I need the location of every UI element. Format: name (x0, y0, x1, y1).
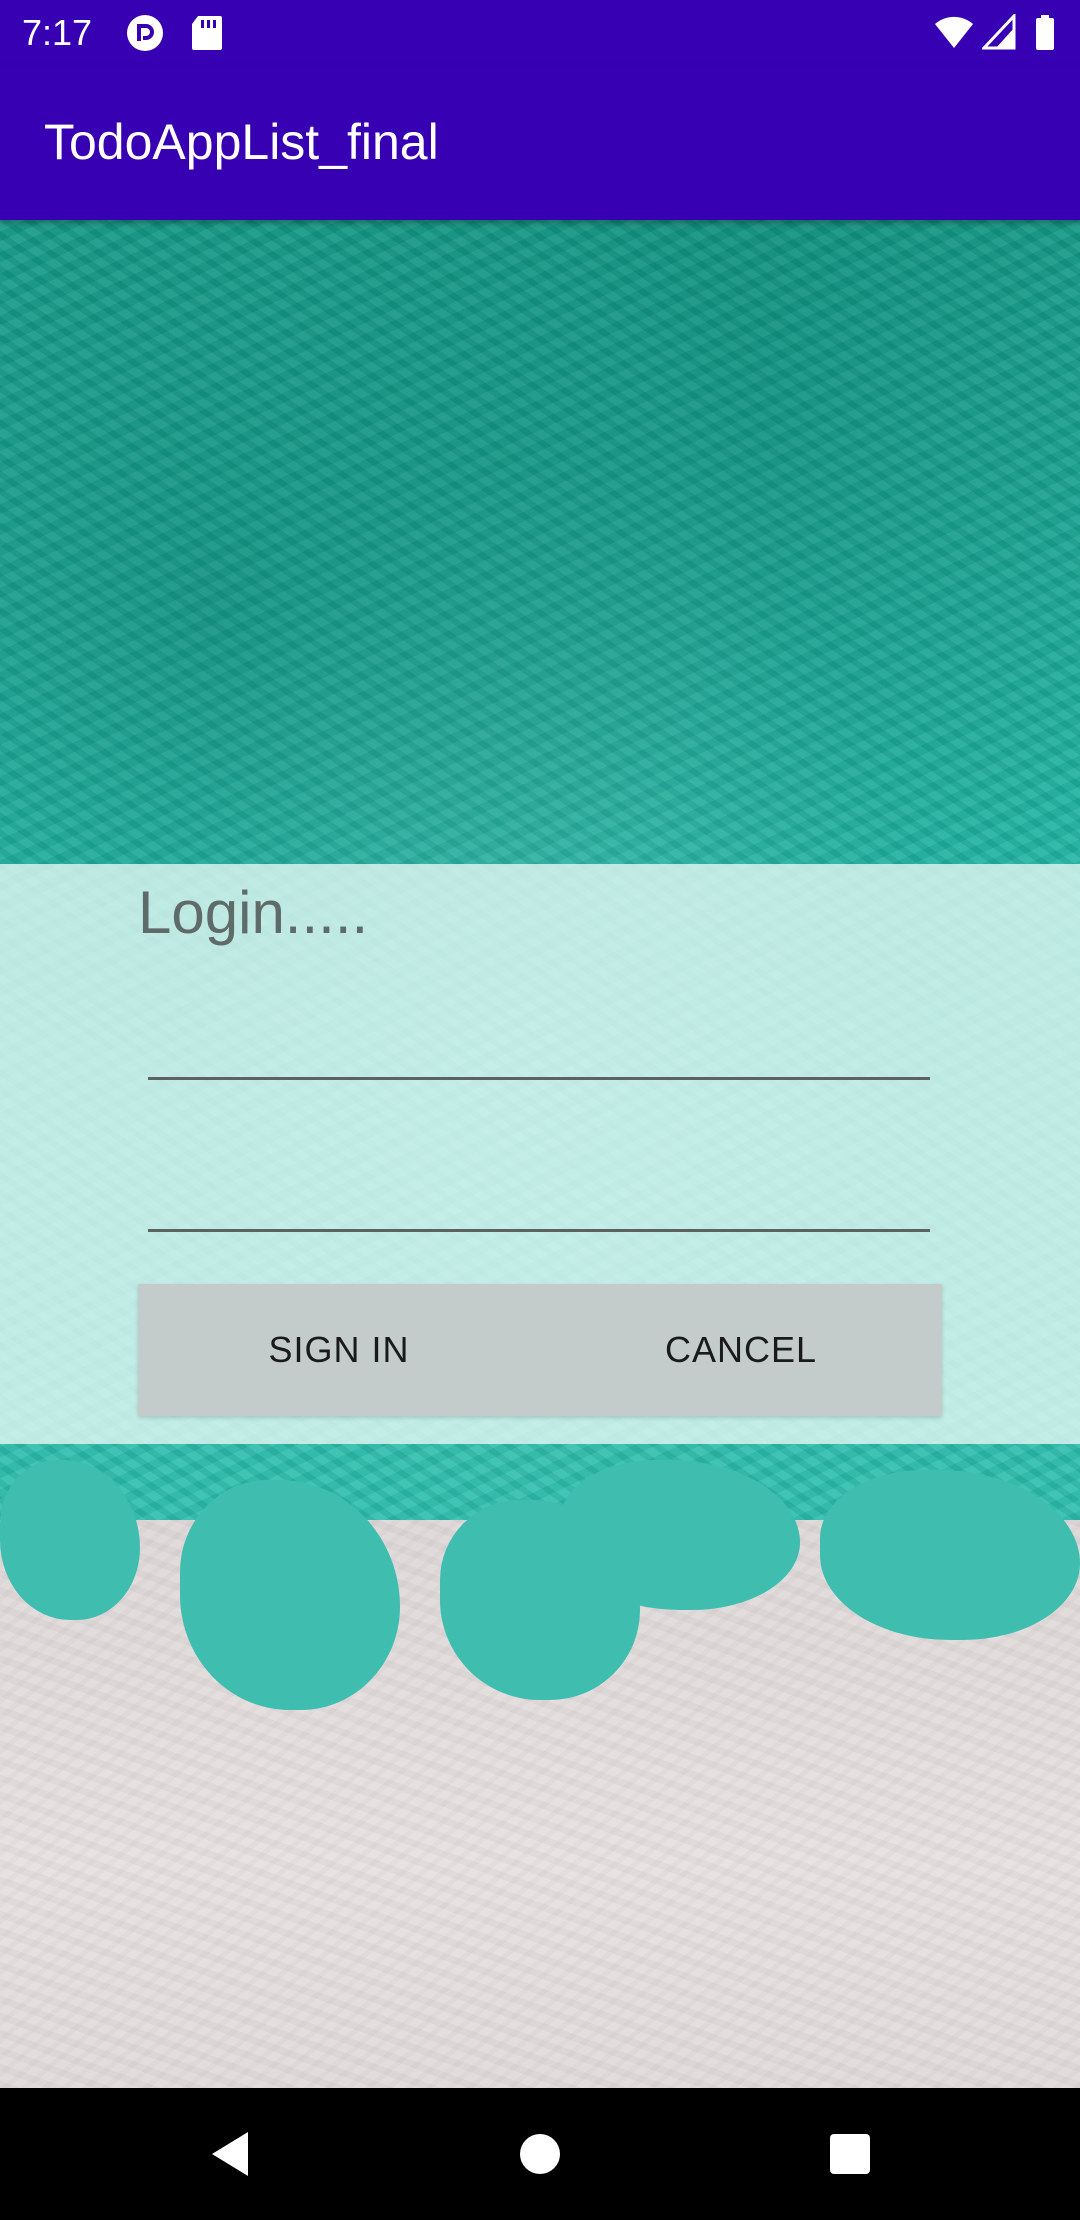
cell-signal-icon (980, 12, 1020, 52)
button-bar: SIGN IN CANCEL (138, 1284, 942, 1416)
recents-icon[interactable] (820, 2124, 880, 2184)
status-bar: 7:17 (0, 0, 1080, 66)
screen: 7:17 TodoAppList_final Login..... SIGN I… (0, 0, 1080, 2220)
status-time: 7:17 (22, 12, 93, 53)
home-icon[interactable] (510, 2124, 570, 2184)
sd-card-icon (190, 14, 228, 52)
app-bar: TodoAppList_final (0, 66, 1080, 220)
navigation-bar (0, 2088, 1080, 2220)
cancel-button[interactable]: CANCEL (540, 1284, 942, 1416)
username-field[interactable] (148, 1000, 930, 1080)
wifi-icon (934, 14, 973, 52)
sign-in-button[interactable]: SIGN IN (138, 1284, 540, 1416)
battery-icon (1034, 14, 1072, 52)
pocket-casts-icon (126, 14, 164, 52)
login-title: Login..... (138, 879, 369, 946)
app-title: TodoAppList_final (44, 114, 439, 170)
back-icon[interactable] (200, 2124, 260, 2184)
login-panel: Login..... SIGN IN CANCEL (0, 864, 1080, 1444)
password-field[interactable] (148, 1152, 930, 1232)
